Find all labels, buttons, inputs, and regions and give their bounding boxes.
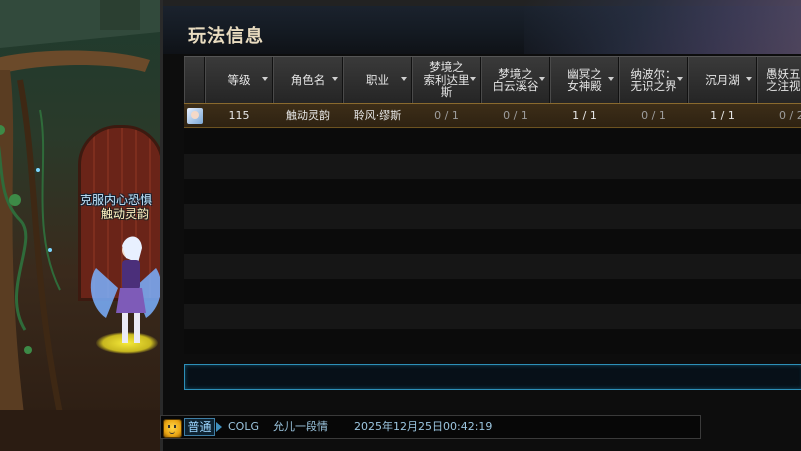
sort-arrow-icon	[539, 77, 545, 81]
character-name-label: 触动灵韵	[101, 207, 150, 221]
cell-dungeon-2: 0 / 1	[503, 109, 528, 122]
cell-dungeon-6: 0 / 2	[779, 109, 801, 122]
sort-arrow-icon	[401, 77, 407, 81]
chat-sender[interactable]: 允儿一段情	[273, 416, 328, 438]
sort-arrow-icon	[677, 77, 683, 81]
cell-dungeon-3: 1 / 1	[572, 109, 597, 122]
chat-timestamp: 2025年12月25日00:42:19	[354, 420, 493, 433]
table-row-empty	[184, 329, 801, 354]
cell-dungeon-5: 1 / 1	[710, 109, 735, 122]
cell-level: 115	[228, 109, 250, 122]
player-character[interactable]	[86, 228, 160, 353]
emoji-icon[interactable]	[163, 419, 182, 438]
column-header-level[interactable]: 等级	[205, 57, 273, 103]
chat-channel-button[interactable]: 普通	[184, 418, 215, 436]
cell-name: 触动灵韵	[286, 109, 330, 122]
table-row[interactable]: 115 触动灵韵 聆风·缪斯 0 / 1 0 / 1 1 / 1 0 / 1 1…	[184, 103, 801, 128]
panel-title: 玩法信息	[188, 26, 264, 47]
gameplay-info-panel: 玩法信息 等级 角色名 职业 梦境之 索利达里 斯 梦境之 白云溪谷 幽冥之 女…	[160, 0, 801, 451]
table-row-empty	[184, 304, 801, 329]
column-header-avatar	[184, 57, 205, 103]
sort-arrow-icon	[470, 77, 476, 81]
column-header-dungeon-3[interactable]: 幽冥之 女神殿	[550, 57, 619, 103]
character-table: 等级 角色名 职业 梦境之 索利达里 斯 梦境之 白云溪谷 幽冥之 女神殿 纳波…	[184, 56, 801, 361]
chat-source: COLG	[228, 420, 259, 433]
sort-arrow-icon	[746, 77, 752, 81]
character-avatar-icon	[187, 108, 203, 124]
column-header-name[interactable]: 角色名	[273, 57, 343, 103]
sort-arrow-icon	[262, 77, 268, 81]
search-input-bar[interactable]	[184, 364, 801, 390]
table-row-empty	[184, 229, 801, 254]
table-row-empty	[184, 154, 801, 179]
channel-arrow-icon	[216, 422, 222, 432]
column-header-dungeon-4[interactable]: 纳波尔： 无识之界	[619, 57, 688, 103]
table-row-empty	[184, 204, 801, 229]
column-header-dungeon-5[interactable]: 沉月湖	[688, 57, 757, 103]
chat-bar[interactable]: 普通 COLG 允儿一段情 2025年12月25日00:42:19	[160, 415, 701, 439]
column-header-dungeon-1[interactable]: 梦境之 索利达里 斯	[412, 57, 481, 103]
column-header-dungeon-6[interactable]: 愚妖五 之注视	[757, 57, 801, 103]
column-header-class[interactable]: 职业	[343, 57, 412, 103]
table-row-empty	[184, 179, 801, 204]
table-row-empty	[184, 279, 801, 304]
cell-class: 聆风·缪斯	[353, 109, 402, 122]
table-header: 等级 角色名 职业 梦境之 索利达里 斯 梦境之 白云溪谷 幽冥之 女神殿 纳波…	[184, 56, 801, 104]
cell-dungeon-1: 0 / 1	[434, 109, 459, 122]
table-row-empty	[184, 254, 801, 279]
cell-dungeon-4: 0 / 1	[641, 109, 666, 122]
column-header-dungeon-2[interactable]: 梦境之 白云溪谷	[481, 57, 550, 103]
table-row-empty	[184, 129, 801, 154]
game-scene: 克服内心恐惧 触动灵韵	[0, 0, 160, 451]
sort-arrow-icon	[608, 77, 614, 81]
sort-arrow-icon	[332, 77, 338, 81]
